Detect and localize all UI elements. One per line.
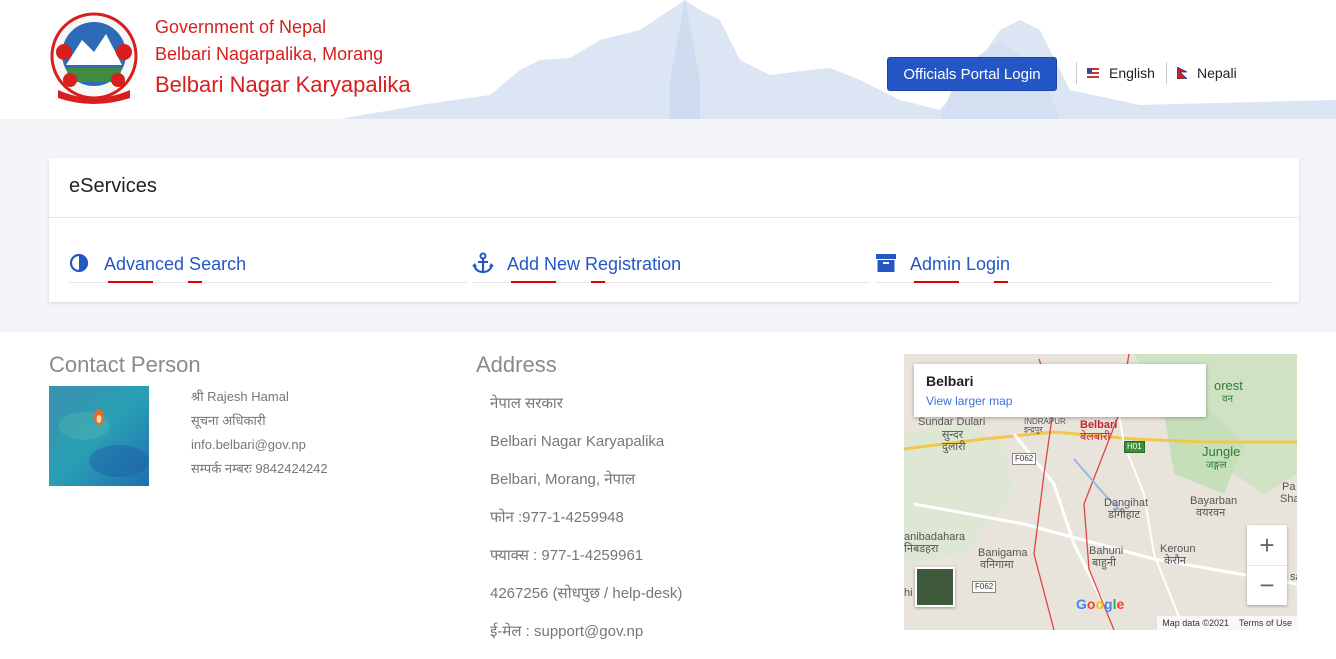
map-label: सुन्दर xyxy=(942,429,964,441)
gov-line-2: Belbari Nagarpalika, Morang xyxy=(155,44,384,64)
government-title-block: Government of Nepal Belbari Nagarpalika,… xyxy=(155,14,411,102)
us-flag-icon xyxy=(1087,68,1099,78)
contact-person-heading: Contact Person xyxy=(49,352,201,377)
terms-of-use-link[interactable]: Terms of Use xyxy=(1234,618,1297,628)
view-larger-map-link[interactable]: View larger map xyxy=(926,394,1012,408)
google-logo: Google xyxy=(1076,596,1125,612)
map-label: Bahuni xyxy=(1089,545,1124,557)
language-english-link[interactable]: English xyxy=(1076,62,1155,84)
contact-name: श्री Rajesh Hamal xyxy=(191,389,289,404)
advanced-search-label: Advanced Search xyxy=(104,254,247,274)
map-label: वयरवन xyxy=(1196,507,1226,519)
address-line[interactable]: ई-मेल : support@gov.np xyxy=(490,621,682,659)
map-label: निबडहरा xyxy=(904,543,939,555)
map-label: वन xyxy=(1222,394,1234,405)
underline-accent xyxy=(994,281,1008,283)
road-marker: F062 xyxy=(1012,453,1037,465)
site-header: Government of Nepal Belbari Nagarpalika,… xyxy=(0,0,1336,119)
map-label: Belbari xyxy=(1080,419,1118,431)
map-label: Pa xyxy=(1282,481,1296,493)
address-line: फ्याक्स : 977-1-4259961 xyxy=(490,547,644,564)
map-label: जङ्गल xyxy=(1206,460,1227,471)
satellite-view-toggle[interactable] xyxy=(915,567,955,607)
map-label: बेलबारी xyxy=(1080,431,1111,443)
map-label: Sundar Dulari xyxy=(918,416,986,428)
advanced-search-link[interactable]: Advanced Search xyxy=(69,250,467,283)
map-label: डाँगीहाट xyxy=(1108,509,1141,521)
address-line: Belbari, Morang, नेपाल xyxy=(490,471,636,488)
map-label: केरौन xyxy=(1164,555,1186,567)
language-nepali-label: Nepali xyxy=(1197,65,1237,81)
map-place-title: Belbari xyxy=(926,373,974,389)
map-label: Jungle xyxy=(1202,444,1241,459)
map-label: orest xyxy=(1214,378,1243,393)
language-nepali-link[interactable]: Nepali xyxy=(1166,62,1237,84)
language-english-label: English xyxy=(1109,65,1155,81)
map-attribution: Map data ©2021 Terms of Use xyxy=(1157,616,1297,630)
google-map-embed[interactable]: Belbari View larger map Sundar Dulari सु… xyxy=(904,354,1297,630)
officials-portal-login-button[interactable]: Officials Portal Login xyxy=(887,57,1057,91)
address-line: 4267256 (सोधपुछ / help-desk) xyxy=(490,585,683,602)
map-label: Banigama xyxy=(978,547,1028,559)
map-label: Shanis xyxy=(1280,493,1297,505)
underline-accent xyxy=(914,281,959,283)
nepal-flag-icon xyxy=(1177,67,1187,79)
half-circle-icon xyxy=(69,253,89,273)
map-label: वनिगामा xyxy=(980,559,1014,571)
road-marker: H01 xyxy=(1124,441,1145,453)
add-new-registration-label: Add New Registration xyxy=(507,254,682,274)
map-label: Bayarban xyxy=(1190,495,1238,507)
nepal-emblem-logo xyxy=(50,12,138,104)
map-label: anibadahara xyxy=(904,531,966,543)
add-new-registration-link[interactable]: Add New Registration xyxy=(472,250,870,283)
gov-line-1: Government of Nepal xyxy=(155,17,327,37)
map-label: Keroun xyxy=(1160,543,1196,555)
stupa-skyline-illustration xyxy=(340,0,1336,119)
map-data-credit: Map data ©2021 xyxy=(1162,618,1229,628)
eservices-title: eServices xyxy=(69,175,157,197)
zoom-out-button[interactable]: − xyxy=(1247,565,1287,605)
card-divider xyxy=(49,217,1299,218)
map-place-card: Belbari View larger map xyxy=(914,364,1206,417)
zoom-in-button[interactable]: + xyxy=(1247,525,1287,565)
eservices-card: eServices Advanced Search Add New Regist… xyxy=(49,158,1299,302)
map-label: दुलारी xyxy=(942,441,966,453)
map-label: Dangihat xyxy=(1104,497,1149,509)
admin-login-link[interactable]: Admin Login xyxy=(875,250,1273,283)
map-zoom-control: + − xyxy=(1247,525,1287,605)
road-marker: F062 xyxy=(972,581,997,593)
gov-line-3: Belbari Nagar Karyapalika xyxy=(155,72,411,97)
map-label: इन्द्रपुर xyxy=(1024,425,1043,434)
address-details: नेपाल सरकार Belbari Nagar Karyapalika Be… xyxy=(490,393,682,659)
archive-box-icon xyxy=(876,254,896,272)
underline-accent xyxy=(511,281,556,283)
underline-accent xyxy=(108,281,153,283)
contact-phone: सम्पर्क नम्बरः 9842424242 xyxy=(191,461,328,476)
address-line: फोन :977-1-4259948 xyxy=(490,509,624,526)
underline-accent xyxy=(591,281,605,283)
contact-details: श्री Rajesh Hamal सूचना अधिकारी info.bel… xyxy=(191,387,328,483)
address-line: नेपाल सरकार xyxy=(490,395,563,412)
address-heading: Address xyxy=(476,352,557,377)
address-line: Belbari Nagar Karyapalika xyxy=(490,433,665,450)
contact-role: सूचना अधिकारी xyxy=(191,413,266,428)
map-label: sa xyxy=(1290,571,1297,583)
map-label: बाहुनी xyxy=(1092,557,1116,569)
anchor-icon xyxy=(472,252,494,274)
admin-login-label: Admin Login xyxy=(910,254,1011,274)
underline-accent xyxy=(188,281,202,283)
contact-person-photo xyxy=(49,386,149,486)
map-label: hi xyxy=(904,587,913,599)
contact-email[interactable]: info.belbari@gov.np xyxy=(191,435,328,459)
